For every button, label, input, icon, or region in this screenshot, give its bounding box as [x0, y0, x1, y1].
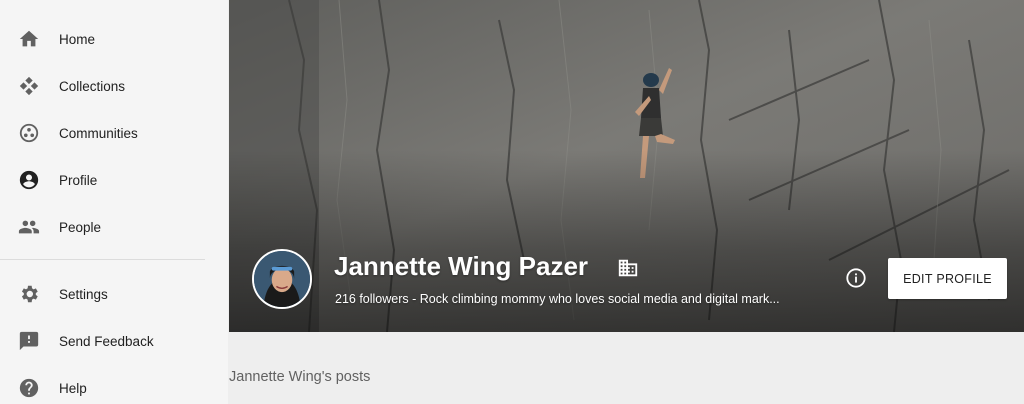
sidebar-item-settings[interactable]: Settings	[0, 274, 222, 314]
collections-icon	[18, 75, 40, 97]
home-icon	[18, 28, 40, 50]
profile-icon	[18, 169, 40, 191]
sidebar-item-communities[interactable]: Communities	[0, 113, 222, 153]
info-icon[interactable]	[845, 267, 867, 289]
avatar[interactable]	[252, 249, 312, 309]
sidebar-item-label: Home	[59, 31, 96, 47]
sidebar-item-send-feedback[interactable]: Send Feedback	[0, 321, 222, 361]
sidebar: Home Collections Communities Profile Peo…	[0, 0, 228, 404]
settings-icon	[18, 283, 40, 305]
sidebar-item-label: Profile	[59, 172, 98, 188]
sidebar-item-profile[interactable]: Profile	[0, 160, 222, 200]
building-icon	[617, 257, 639, 279]
people-icon	[18, 216, 40, 238]
profile-cover: Jannette Wing Pazer 216 followers - Rock…	[229, 0, 1024, 332]
sidebar-item-collections[interactable]: Collections	[0, 66, 222, 106]
sidebar-item-label: Settings	[59, 286, 108, 302]
sidebar-divider	[0, 259, 205, 260]
edit-profile-button[interactable]: EDIT PROFILE	[888, 258, 1007, 299]
sidebar-item-label: Help	[59, 380, 87, 396]
sidebar-item-label: People	[59, 219, 102, 235]
sidebar-item-label: Collections	[59, 78, 126, 94]
profile-name: Jannette Wing Pazer	[334, 251, 589, 281]
communities-icon	[18, 122, 40, 144]
sidebar-item-home[interactable]: Home	[0, 19, 222, 59]
feedback-icon	[18, 330, 40, 352]
sidebar-item-label: Communities	[59, 125, 138, 141]
help-icon	[18, 377, 40, 399]
sidebar-item-people[interactable]: People	[0, 207, 222, 247]
posts-heading: Jannette Wing's posts	[229, 369, 371, 385]
sidebar-item-label: Send Feedback	[59, 333, 154, 349]
profile-tagline: 216 followers - Rock climbing mommy who …	[335, 292, 780, 306]
sidebar-item-help[interactable]: Help	[0, 368, 222, 404]
